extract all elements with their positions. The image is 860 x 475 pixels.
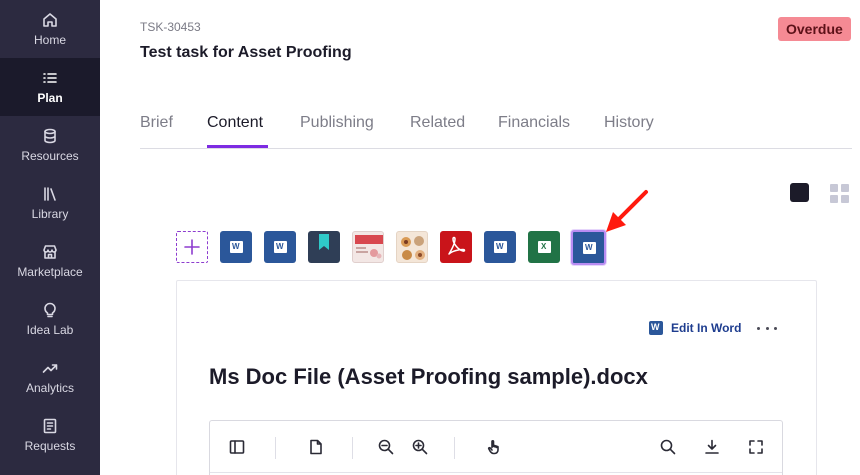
- plus-icon: [184, 239, 200, 255]
- toolbar-divider: [352, 437, 353, 459]
- app-window: Home Plan Resources Library Marketplace: [0, 0, 860, 475]
- status-badge: Overdue: [778, 17, 851, 41]
- asset-thumb-word-selected[interactable]: [571, 230, 606, 265]
- active-tab-indicator: [207, 145, 268, 148]
- tab-history[interactable]: History: [604, 114, 654, 132]
- tab-financials[interactable]: Financials: [498, 114, 570, 132]
- sidebar-item-marketplace[interactable]: Marketplace: [0, 232, 100, 290]
- asset-thumb-word[interactable]: [264, 231, 296, 263]
- zoom-out-icon: [378, 439, 394, 455]
- task-id: TSK-30453: [140, 20, 201, 34]
- asset-thumb-word[interactable]: [484, 231, 516, 263]
- asset-thumb-excel[interactable]: [528, 231, 560, 263]
- sidebar-item-label: Marketplace: [17, 265, 83, 279]
- grid-cell: [841, 195, 849, 203]
- asset-thumb-word[interactable]: [220, 231, 252, 263]
- zoom-in-icon: [412, 439, 428, 455]
- word-doc-icon: [230, 241, 243, 253]
- store-icon: [41, 243, 59, 261]
- sidebar-item-label: Analytics: [25, 381, 75, 395]
- asset-thumb-bookmark[interactable]: [308, 231, 340, 263]
- home-icon: [41, 11, 59, 29]
- tab-bar: Brief Content Publishing Related Financi…: [140, 104, 852, 149]
- edit-in-word-button[interactable]: Edit In Word: [649, 320, 741, 336]
- grid-cell: [830, 184, 838, 192]
- list-icon: [41, 69, 59, 87]
- hand-pointer-icon: [487, 440, 499, 455]
- sidebar-item-label: Library: [31, 207, 69, 221]
- more-dot: [765, 326, 769, 330]
- sidebar: Home Plan Resources Library Marketplace: [0, 0, 100, 475]
- document-title: Ms Doc File (Asset Proofing sample).docx: [209, 364, 648, 389]
- word-doc-icon: [274, 241, 287, 253]
- image-thumbnail: [401, 236, 425, 260]
- tab-publishing[interactable]: Publishing: [300, 114, 374, 132]
- sidebar-item-home[interactable]: Home: [0, 0, 100, 58]
- grid-cell: [830, 195, 838, 203]
- annotation-arrow: [606, 190, 648, 232]
- asset-thumb-image[interactable]: [352, 231, 384, 263]
- viewer-toolbar: [210, 421, 782, 473]
- trend-icon: [41, 359, 59, 377]
- pan-tool-button[interactable]: [483, 436, 505, 458]
- download-icon: [705, 439, 719, 454]
- sidebar-toggle-button[interactable]: [226, 436, 248, 458]
- bookmark-icon: [319, 234, 329, 250]
- database-icon: [41, 127, 59, 145]
- sidebar-item-library[interactable]: Library: [0, 174, 100, 232]
- page-view-button[interactable]: [305, 436, 327, 458]
- page-title: Test task for Asset Proofing: [140, 44, 352, 61]
- word-doc-icon: [583, 242, 596, 254]
- search-button[interactable]: [657, 436, 679, 458]
- sidebar-item-label: Requests: [24, 439, 76, 453]
- requests-icon: [41, 417, 59, 435]
- edit-in-word-label: Edit In Word: [671, 321, 742, 335]
- sidebar-item-analytics[interactable]: Analytics: [0, 348, 100, 406]
- sidebar-item-label: Home: [33, 33, 66, 47]
- asset-thumb-pdf[interactable]: [440, 231, 472, 263]
- more-dot: [757, 326, 760, 330]
- sidebar-item-label: Resources: [21, 149, 79, 163]
- page-icon: [310, 439, 322, 455]
- word-icon: [649, 321, 663, 335]
- excel-doc-icon: [538, 241, 551, 253]
- sidebar-item-resources[interactable]: Resources: [0, 116, 100, 174]
- tab-content[interactable]: Content: [207, 114, 263, 132]
- toolbar-divider: [454, 437, 455, 459]
- download-button[interactable]: [701, 436, 723, 458]
- more-dot: [774, 326, 777, 330]
- tab-brief[interactable]: Brief: [140, 114, 173, 132]
- image-thumbnail: [355, 235, 383, 259]
- tab-related[interactable]: Related: [410, 114, 465, 132]
- single-view-toggle[interactable]: [790, 183, 809, 202]
- sidebar-item-plan[interactable]: Plan: [0, 58, 100, 116]
- grid-cell: [841, 184, 849, 192]
- fullscreen-button[interactable]: [745, 436, 767, 458]
- lightbulb-icon: [41, 301, 59, 319]
- add-asset-button[interactable]: [176, 231, 208, 263]
- asset-thumb-image[interactable]: [396, 231, 428, 263]
- more-options-button[interactable]: [757, 318, 777, 338]
- sidebar-item-label: Plan: [37, 91, 63, 105]
- search-icon: [660, 439, 676, 455]
- sidebar-item-requests[interactable]: Requests: [0, 406, 100, 464]
- grid-view-toggle[interactable]: [830, 184, 849, 203]
- toolbar-divider: [275, 437, 276, 459]
- word-doc-icon: [494, 241, 507, 253]
- document-viewer: [209, 420, 783, 475]
- zoom-out-button[interactable]: [375, 436, 397, 458]
- fullscreen-icon: [749, 440, 763, 454]
- sidebar-panel-icon: [229, 440, 245, 454]
- library-icon: [41, 185, 59, 203]
- zoom-in-button[interactable]: [409, 436, 431, 458]
- sidebar-item-label: Idea Lab: [26, 323, 74, 337]
- sidebar-item-idea-lab[interactable]: Idea Lab: [0, 290, 100, 348]
- pdf-icon: [448, 236, 466, 255]
